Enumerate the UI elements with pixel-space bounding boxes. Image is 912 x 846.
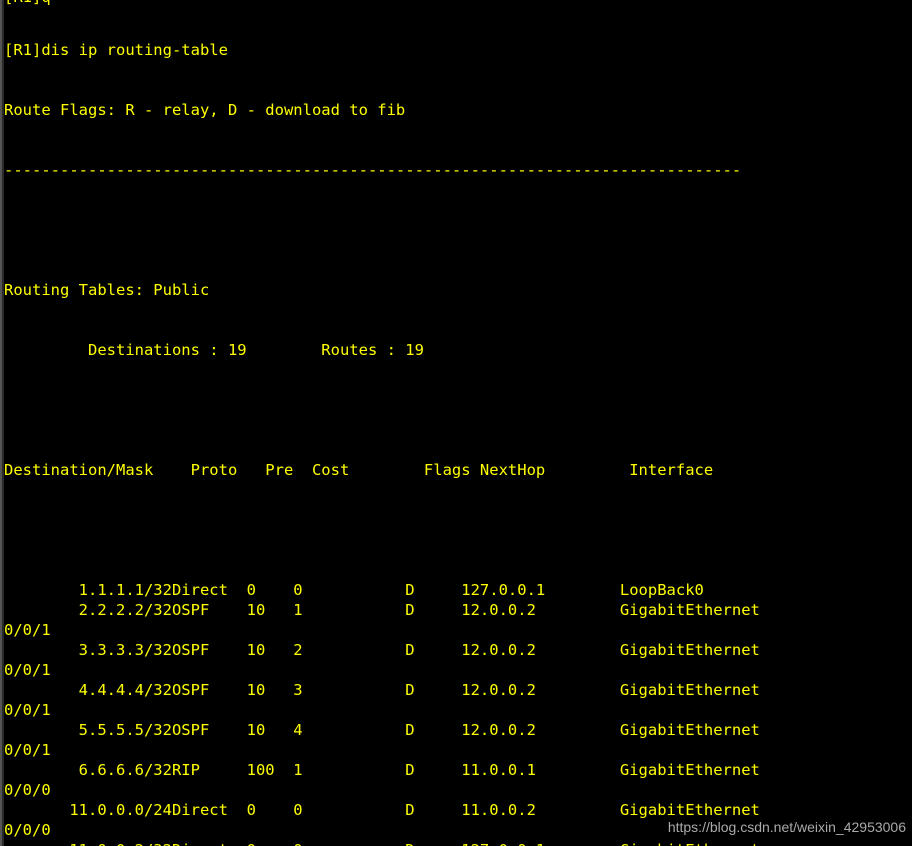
- console-output[interactable]: [R1]dis ip routing-table Route Flags: R …: [4, 0, 912, 846]
- table-row: 2.2.2.2/32OSPF 10 1 D 12.0.0.2 GigabitEt…: [4, 601, 760, 619]
- terminal-window[interactable]: [R1]q [R1]dis ip routing-table Route Fla…: [0, 0, 912, 846]
- table-row: 5.5.5.5/32OSPF 10 4 D 12.0.0.2 GigabitEt…: [4, 721, 760, 739]
- separator-rule: ----------------------------------------…: [4, 161, 742, 179]
- table-row: 11.0.0.2/32Direct 0 0 D 127.0.0.1 Gigabi…: [4, 840, 912, 846]
- table-row: 11.0.0.0/24Direct 0 0 D 11.0.0.2 Gigabit…: [4, 801, 760, 819]
- table-row: 3.3.3.3/32OSPF 10 2 D 12.0.0.2 GigabitEt…: [4, 641, 760, 659]
- route-flags-line: Route Flags: R - relay, D - download to …: [4, 101, 406, 119]
- blog-watermark: https://blog.csdn.net/weixin_42953006: [667, 819, 906, 835]
- destinations-routes-counts-line: Destinations : 19 Routes : 19: [4, 341, 424, 359]
- table-row: 6.6.6.6/32RIP 100 1 D 11.0.0.1 GigabitEt…: [4, 761, 760, 779]
- table-row-interface-wrap: 0/0/0: [4, 781, 51, 799]
- prompt-line: [R1]dis ip routing-table: [4, 41, 228, 59]
- table-row-interface-wrap: 0/0/1: [4, 621, 51, 639]
- table-row: 4.4.4.4/32OSPF 10 3 D 12.0.0.2 GigabitEt…: [4, 681, 760, 699]
- table-row-interface-wrap: 0/0/1: [4, 741, 51, 759]
- table-header-row: Destination/Mask Proto Pre Cost Flags Ne…: [4, 461, 714, 479]
- routing-table-body: 1.1.1.1/32Direct 0 0 D 127.0.0.1 LoopBac…: [4, 580, 912, 846]
- routing-tables-line: Routing Tables: Public: [4, 281, 210, 299]
- table-row-interface-wrap: 0/0/1: [4, 701, 51, 719]
- table-row-interface-wrap: 0/0/1: [4, 661, 51, 679]
- table-row: 1.1.1.1/32Direct 0 0 D 127.0.0.1 LoopBac…: [4, 581, 704, 599]
